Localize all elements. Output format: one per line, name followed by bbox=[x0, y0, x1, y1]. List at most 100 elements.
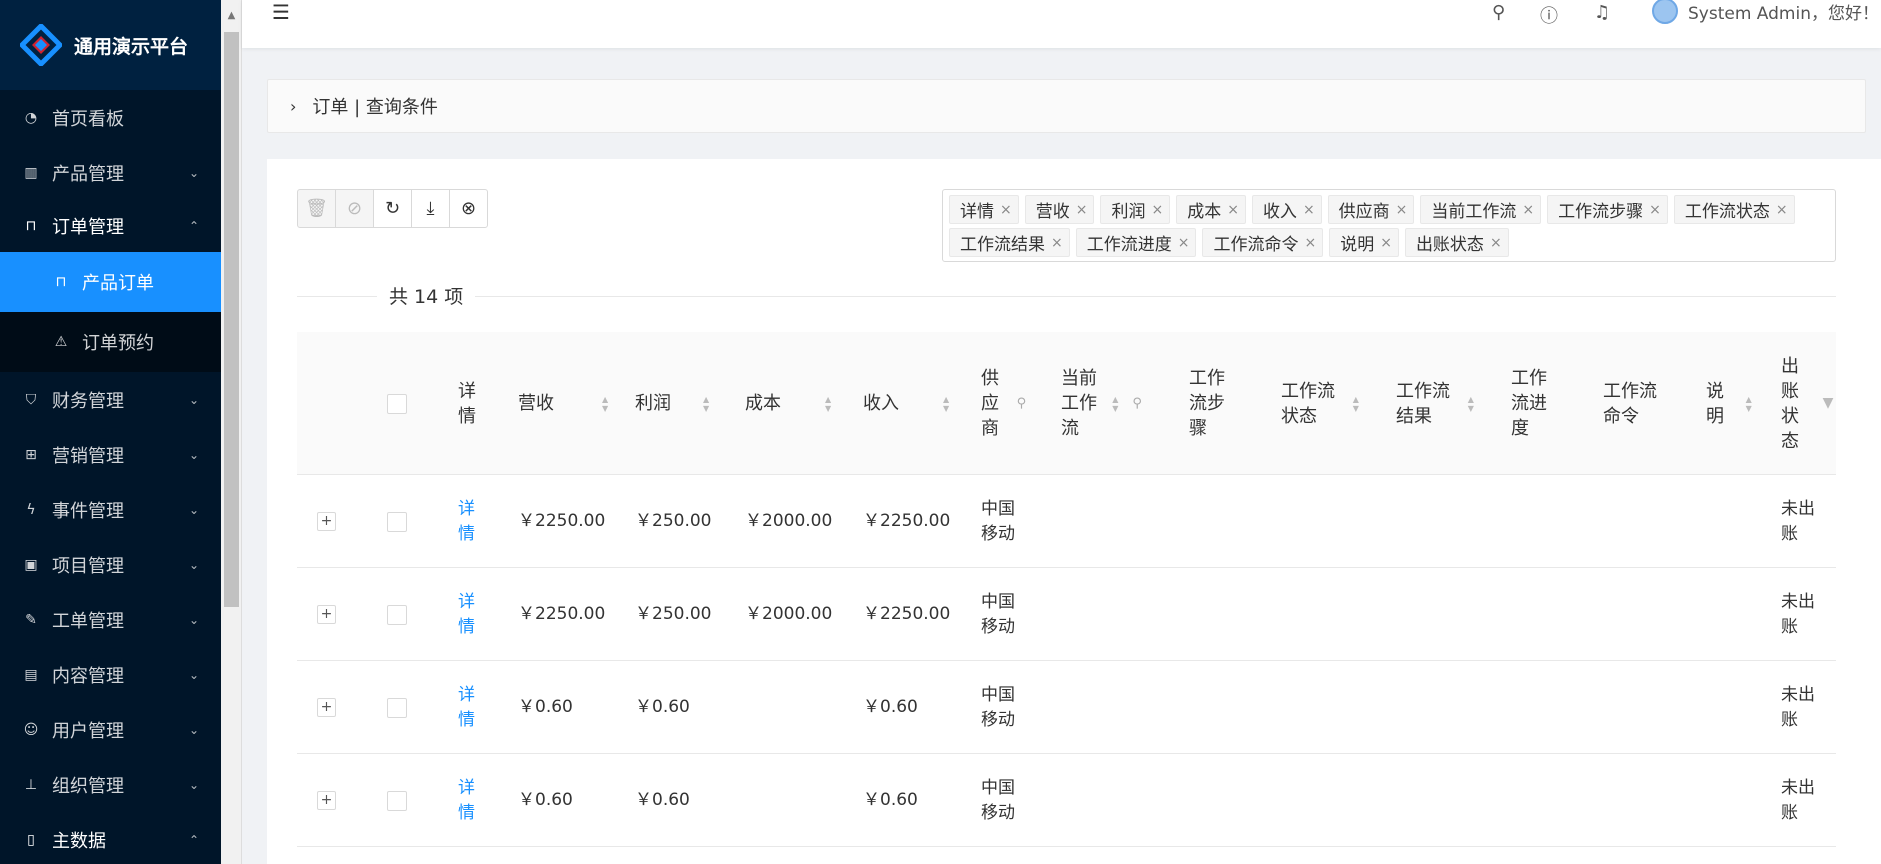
column-selector[interactable]: 详情 × 营收 × 利润 × 成本 × 收入 × 供应商 × 当前工作流 × 工作流步骤 × 工作流状态 × 工作流… bbox=[942, 189, 1836, 262]
sidebar-item-projects[interactable]: ▣ 项目管理 ⌄ bbox=[0, 537, 221, 592]
column-tag[interactable]: 工作流结果 × bbox=[949, 228, 1070, 257]
sidebar-scrollbar[interactable]: ▲ bbox=[221, 0, 242, 864]
close-icon[interactable]: × bbox=[1396, 202, 1408, 218]
disable-button[interactable]: ⊘ bbox=[335, 189, 374, 228]
close-icon[interactable]: × bbox=[1490, 235, 1502, 251]
sidebar-item-dashboard[interactable]: ◔ 首页看板 bbox=[0, 90, 221, 145]
sidebar-item-label: 组织管理 bbox=[52, 775, 124, 797]
sidebar-item-orders[interactable]: ⊓ 订单管理 ⌃ bbox=[0, 200, 221, 252]
scroll-up-icon[interactable]: ▲ bbox=[221, 10, 242, 21]
sidebar-item-events[interactable]: ϟ 事件管理 ⌄ bbox=[0, 482, 221, 537]
sort-icon[interactable]: ▲ ▼ bbox=[1353, 395, 1359, 413]
column-header-description[interactable]: 说明 ▲ ▼ bbox=[1706, 332, 1752, 475]
close-icon[interactable]: × bbox=[1303, 202, 1315, 218]
column-header-detail: 详情 bbox=[458, 380, 476, 427]
search-icon[interactable]: ⚲ bbox=[1017, 391, 1027, 416]
close-icon[interactable]: × bbox=[1649, 202, 1661, 218]
close-icon[interactable]: × bbox=[1051, 235, 1063, 251]
column-header-profit[interactable]: 利润 ▲ ▼ bbox=[635, 332, 709, 475]
sidebar-item-label: 订单预约 bbox=[82, 333, 154, 354]
delete-button[interactable]: 🗑 bbox=[297, 189, 336, 228]
close-icon[interactable]: × bbox=[1227, 202, 1239, 218]
logo-area[interactable]: 通用演示平台 bbox=[0, 0, 221, 90]
column-header-current-workflow[interactable]: 当前工作流 ▲ ▼ ⚲ bbox=[1061, 332, 1142, 475]
cell-detail[interactable]: 详情 bbox=[458, 683, 478, 733]
column-header-income[interactable]: 收入 ▲ ▼ bbox=[863, 332, 949, 475]
column-tag[interactable]: 当前工作流 × bbox=[1420, 195, 1542, 224]
close-icon[interactable]: × bbox=[1380, 235, 1392, 251]
cell-income: ￥2250.00 bbox=[863, 604, 951, 624]
cell-detail[interactable]: 详情 bbox=[458, 590, 478, 640]
expand-row-button[interactable]: + bbox=[317, 791, 336, 810]
column-tag[interactable]: 工作流进度 × bbox=[1075, 228, 1197, 257]
column-tag[interactable]: 成本 × bbox=[1176, 195, 1246, 224]
scrollbar-thumb[interactable] bbox=[224, 32, 239, 607]
sidebar-item-product-orders[interactable]: ⊓ 产品订单 bbox=[0, 252, 221, 312]
sidebar-item-organization[interactable]: ⊥ 组织管理 ⌄ bbox=[0, 757, 221, 812]
sidebar-item-finance[interactable]: ⛉ 财务管理 ⌄ bbox=[0, 372, 221, 427]
close-icon[interactable]: × bbox=[1000, 202, 1012, 218]
sort-icon[interactable]: ▲ ▼ bbox=[943, 395, 949, 413]
menu-fold-icon[interactable]: ☰ bbox=[272, 0, 290, 24]
column-tag[interactable]: 工作流状态 × bbox=[1673, 195, 1795, 224]
sort-icon[interactable]: ▲ ▼ bbox=[1746, 395, 1752, 413]
column-tag[interactable]: 出账状态 × bbox=[1404, 228, 1509, 257]
sidebar-item-master-data[interactable]: ▯ 主数据 ⌃ bbox=[0, 812, 221, 864]
sort-icon[interactable]: ▲ ▼ bbox=[1468, 395, 1474, 413]
bell-icon[interactable]: ♫ bbox=[1594, 2, 1610, 23]
column-header-revenue[interactable]: 营收 ▲ ▼ bbox=[518, 332, 608, 475]
column-header-billing-status[interactable]: 出账状态 ▼ bbox=[1781, 332, 1833, 475]
column-header-workflow-status[interactable]: 工作流状态 ▲ ▼ bbox=[1281, 332, 1359, 475]
close-icon[interactable]: × bbox=[1178, 235, 1190, 251]
sidebar-item-work-orders[interactable]: ✎ 工单管理 ⌄ bbox=[0, 592, 221, 647]
column-tag[interactable]: 收入 × bbox=[1251, 195, 1322, 224]
column-tag[interactable]: 工作流步骤 × bbox=[1547, 195, 1668, 224]
sidebar-item-users[interactable]: ☺ 用户管理 ⌄ bbox=[0, 702, 221, 757]
cell-detail[interactable]: 详情 bbox=[458, 497, 478, 547]
expand-row-button[interactable]: + bbox=[317, 698, 336, 717]
expand-row-button[interactable]: + bbox=[317, 512, 336, 531]
refresh-icon: ↻ bbox=[384, 198, 401, 219]
filter-icon[interactable]: ▼ bbox=[1823, 391, 1834, 416]
close-icon[interactable]: × bbox=[1304, 235, 1316, 251]
row-checkbox[interactable] bbox=[387, 604, 407, 625]
close-icon[interactable]: × bbox=[1151, 202, 1163, 218]
close-icon[interactable]: × bbox=[1522, 202, 1534, 218]
column-tag[interactable]: 供应商 × bbox=[1327, 195, 1415, 224]
close-icon[interactable]: × bbox=[1776, 202, 1788, 218]
sort-icon[interactable]: ▲ ▼ bbox=[1112, 395, 1118, 413]
search-icon[interactable]: ⚲ bbox=[1492, 2, 1505, 23]
expand-row-button[interactable]: + bbox=[317, 605, 336, 624]
row-checkbox[interactable] bbox=[387, 511, 407, 532]
sort-icon[interactable]: ▲ ▼ bbox=[703, 395, 709, 413]
row-checkbox[interactable] bbox=[387, 697, 407, 718]
column-tag[interactable]: 利润 × bbox=[1100, 195, 1171, 224]
cell-detail[interactable]: 详情 bbox=[458, 776, 478, 826]
sidebar-item-products[interactable]: ▥ 产品管理 ⌄ bbox=[0, 145, 221, 200]
column-tag[interactable]: 营收 × bbox=[1024, 195, 1095, 224]
close-icon[interactable]: × bbox=[1076, 202, 1088, 218]
export-button[interactable]: ⤓ bbox=[411, 189, 450, 228]
column-header-cost[interactable]: 成本 ▲ ▼ bbox=[745, 332, 831, 475]
column-header-supplier[interactable]: 供应商 ⚲ bbox=[981, 332, 1026, 475]
query-panel-header[interactable]: › 订单 | 查询条件 bbox=[267, 79, 1866, 133]
sidebar-item-marketing[interactable]: ⊞ 营销管理 ⌄ bbox=[0, 427, 221, 482]
sort-icon[interactable]: ▲ ▼ bbox=[602, 395, 608, 413]
select-all-checkbox[interactable] bbox=[387, 393, 407, 414]
sidebar-item-content[interactable]: ▤ 内容管理 ⌄ bbox=[0, 647, 221, 702]
sidebar-item-label: 财务管理 bbox=[52, 390, 124, 412]
column-header-workflow-result[interactable]: 工作流结果 ▲ ▼ bbox=[1396, 332, 1474, 475]
column-tag[interactable]: 说明 × bbox=[1329, 228, 1399, 257]
sidebar-item-order-reservations[interactable]: ⚠ 订单预约 bbox=[0, 312, 221, 372]
cell-revenue-wrapper: ￥0.60 bbox=[518, 661, 573, 754]
column-tag[interactable]: 详情 × bbox=[949, 195, 1019, 224]
help-icon[interactable]: ⓘ bbox=[1540, 2, 1558, 28]
search-icon[interactable]: ⚲ bbox=[1132, 391, 1142, 416]
clear-button[interactable]: ⊗ bbox=[449, 189, 488, 228]
sort-icon[interactable]: ▲ ▼ bbox=[825, 395, 831, 413]
refresh-button[interactable]: ↻ bbox=[373, 189, 412, 228]
row-checkbox[interactable] bbox=[387, 790, 407, 811]
column-tag[interactable]: 工作流命令 × bbox=[1202, 228, 1324, 257]
user-menu[interactable]: System Admin，您好！ bbox=[1652, 0, 1879, 24]
checkbox-cell bbox=[387, 568, 407, 661]
